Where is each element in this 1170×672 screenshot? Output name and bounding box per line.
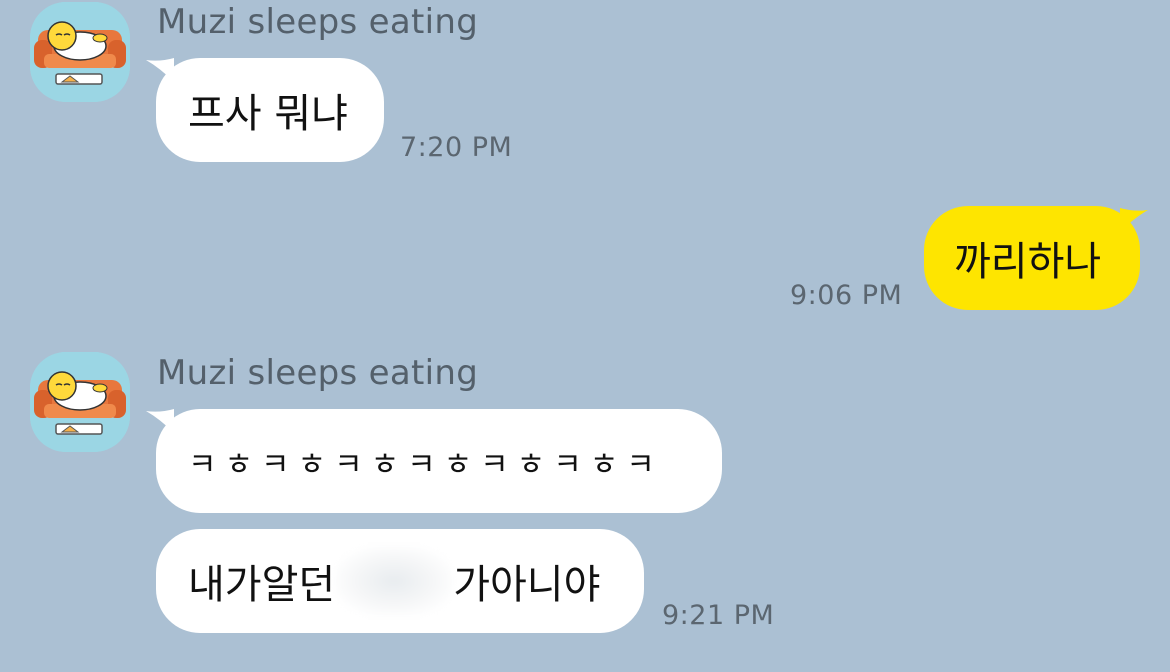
message-bubble-outgoing[interactable]: 까리하나 (924, 206, 1140, 310)
message-text-before-redaction: 내가알던 (188, 562, 336, 608)
message-text: ㅋㅎㅋㅎㅋㅎㅋㅎㅋㅎㅋㅎㅋ (188, 446, 663, 483)
message-text: 프사 뭐냐 (188, 91, 348, 137)
muzi-sofa-avatar-icon[interactable] (30, 2, 130, 102)
message-bubble[interactable]: 내가알던 가아니야 (156, 529, 644, 633)
message-time: 9:06 PM (790, 280, 903, 311)
muzi-sofa-avatar-icon[interactable] (30, 352, 130, 452)
message-time: 7:20 PM (400, 132, 513, 163)
sender-name: Muzi sleeps eating (157, 353, 479, 393)
chat-room-message-area: Muzi sleeps eating 프사 뭐냐 7:20 PM 까리하나 9:… (0, 0, 1170, 672)
message-text-after-redaction: 가아니야 (453, 562, 601, 608)
message-text: 까리하나 (954, 239, 1102, 285)
message-time: 9:21 PM (662, 600, 775, 631)
sender-name: Muzi sleeps eating (157, 2, 479, 42)
message-bubble[interactable]: ㅋㅎㅋㅎㅋㅎㅋㅎㅋㅎㅋㅎㅋ (156, 409, 722, 513)
bubble-tail (146, 409, 174, 433)
bubble-tail (146, 58, 174, 82)
redacted-blur-patch (335, 546, 454, 616)
bubble-tail-outgoing (1120, 208, 1148, 232)
message-bubble[interactable]: 프사 뭐냐 (156, 58, 384, 162)
